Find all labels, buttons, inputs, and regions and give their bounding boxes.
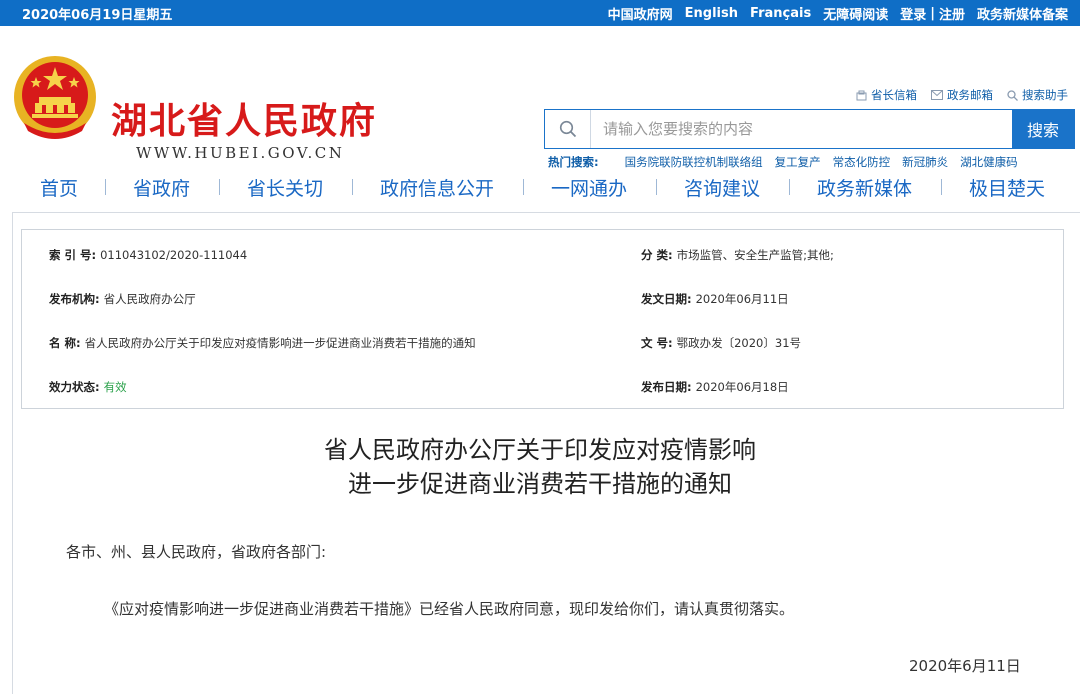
link-francais[interactable]: Français bbox=[750, 6, 811, 21]
document-body: 《应对疫情影响进一步促进商业消费若干措施》已经省人民政府同意，现印发给你们，请认… bbox=[104, 600, 795, 618]
gov-email-link[interactable]: 政务邮箱 bbox=[931, 87, 993, 103]
document-title: 省人民政府办公厅关于印发应对疫情影响 进一步促进商业消费若干措施的通知 bbox=[0, 433, 1080, 501]
meta-issue-date: 发文日期: 2020年06月11日 bbox=[641, 291, 789, 307]
search-helper-link[interactable]: 搜索助手 bbox=[1007, 87, 1068, 103]
envelope-icon bbox=[931, 90, 943, 100]
meta-key: 发布日期: bbox=[641, 380, 692, 394]
search-input[interactable] bbox=[591, 110, 1012, 148]
site-title[interactable]: 湖北省人民政府 bbox=[111, 92, 377, 144]
meta-key: 文 号: bbox=[641, 336, 673, 350]
nav-divider bbox=[219, 179, 220, 195]
meta-value: 鄂政办发〔2020〕31号 bbox=[676, 336, 802, 350]
meta-key: 分 类: bbox=[641, 248, 673, 262]
meta-key: 效力状态: bbox=[49, 380, 100, 394]
header-tools: 省长信箱 政务邮箱 搜索助手 bbox=[842, 87, 1068, 103]
nav-provincial-gov[interactable]: 省政府 bbox=[133, 174, 190, 201]
meta-key: 索 引 号: bbox=[49, 248, 97, 262]
login-link[interactable]: 登录 bbox=[900, 4, 926, 23]
nav-divider bbox=[941, 179, 942, 195]
meta-publish-date: 发布日期: 2020年06月18日 bbox=[641, 379, 789, 395]
nav-divider bbox=[523, 179, 524, 195]
meta-key: 名 称: bbox=[49, 336, 81, 350]
governor-mailbox-label: 省长信箱 bbox=[871, 88, 917, 102]
nav-divider bbox=[352, 179, 353, 195]
meta-value: 2020年06月18日 bbox=[695, 380, 789, 394]
nav-new-media[interactable]: 政务新媒体 bbox=[817, 174, 912, 201]
magnifier-icon bbox=[1007, 89, 1018, 101]
nav-one-stop-service[interactable]: 一网通办 bbox=[551, 174, 627, 201]
search-icon bbox=[559, 120, 576, 138]
link-china-gov[interactable]: 中国政府网 bbox=[608, 4, 673, 23]
meta-value: 2020年06月11日 bbox=[695, 292, 789, 306]
meta-key: 发布机构: bbox=[49, 292, 100, 306]
document-title-line: 省人民政府办公厅关于印发应对疫情影响 bbox=[324, 436, 756, 464]
top-links: 中国政府网 English Français 无障碍阅读 登录 | 注册 政务新… bbox=[596, 4, 1068, 23]
document-title-line: 进一步促进商业消费若干措施的通知 bbox=[348, 470, 732, 498]
salutation: 各市、州、县人民政府，省政府各部门: bbox=[66, 543, 327, 561]
nav-jimu-chutian[interactable]: 极目楚天 bbox=[969, 174, 1045, 201]
meta-index: 索 引 号: 011043102/2020-111044 bbox=[49, 247, 247, 263]
meta-status: 效力状态: 有效 bbox=[49, 379, 127, 395]
nav-divider bbox=[656, 179, 657, 195]
gov-email-label: 政务邮箱 bbox=[947, 88, 993, 102]
national-emblem-icon bbox=[14, 56, 96, 139]
document-date: 2020年6月11日 bbox=[909, 657, 1021, 675]
main-nav: 首页 省政府 省长关切 政府信息公开 一网通办 咨询建议 政务新媒体 极目楚天 bbox=[0, 166, 1080, 204]
nav-consultation[interactable]: 咨询建议 bbox=[684, 174, 760, 201]
document-metadata: 索 引 号: 011043102/2020-111044 分 类: 市场监管、安… bbox=[21, 229, 1064, 409]
meta-name: 名 称: 省人民政府办公厅关于印发应对疫情影响进一步促进商业消费若干措施的通知 bbox=[49, 335, 476, 351]
site-url: WWW.HUBEI.GOV.CN bbox=[136, 144, 345, 162]
meta-value: 市场监管、安全生产监管;其他; bbox=[676, 248, 834, 262]
nav-home[interactable]: 首页 bbox=[40, 174, 78, 201]
search-icon-box bbox=[545, 110, 591, 148]
nav-info-disclosure[interactable]: 政府信息公开 bbox=[380, 174, 494, 201]
nav-divider bbox=[105, 179, 106, 195]
search-button[interactable]: 搜索 bbox=[1012, 110, 1074, 148]
meta-doc-number: 文 号: 鄂政办发〔2020〕31号 bbox=[641, 335, 801, 351]
link-english[interactable]: English bbox=[685, 6, 738, 21]
meta-value: 省人民政府办公厅关于印发应对疫情影响进一步促进商业消费若干措施的通知 bbox=[84, 336, 476, 350]
governor-mailbox-link[interactable]: 省长信箱 bbox=[856, 87, 917, 103]
nav-divider bbox=[789, 179, 790, 195]
mailbox-icon bbox=[856, 90, 867, 100]
nav-governor-concerns[interactable]: 省长关切 bbox=[247, 174, 323, 201]
register-link[interactable]: 注册 bbox=[939, 4, 965, 23]
status-badge: 有效 bbox=[103, 380, 127, 394]
separator: | bbox=[930, 5, 935, 21]
meta-org: 发布机构: 省人民政府办公厅 bbox=[49, 291, 196, 307]
current-date: 2020年06月19日星期五 bbox=[22, 7, 173, 23]
site-header: 湖北省人民政府 WWW.HUBEI.GOV.CN 省长信箱 政务邮箱 搜索助手 … bbox=[0, 26, 1080, 169]
meta-key: 发文日期: bbox=[641, 292, 692, 306]
search-bar: 搜索 bbox=[544, 109, 1075, 149]
meta-category: 分 类: 市场监管、安全生产监管;其他; bbox=[641, 247, 834, 263]
search-helper-label: 搜索助手 bbox=[1022, 88, 1068, 102]
meta-value: 省人民政府办公厅 bbox=[103, 292, 196, 306]
link-accessible-reading[interactable]: 无障碍阅读 bbox=[823, 4, 888, 23]
top-bar: 2020年06月19日星期五 中国政府网 English Français 无障… bbox=[0, 0, 1080, 26]
link-media-registry[interactable]: 政务新媒体备案 bbox=[977, 4, 1068, 23]
meta-value: 011043102/2020-111044 bbox=[100, 248, 248, 262]
